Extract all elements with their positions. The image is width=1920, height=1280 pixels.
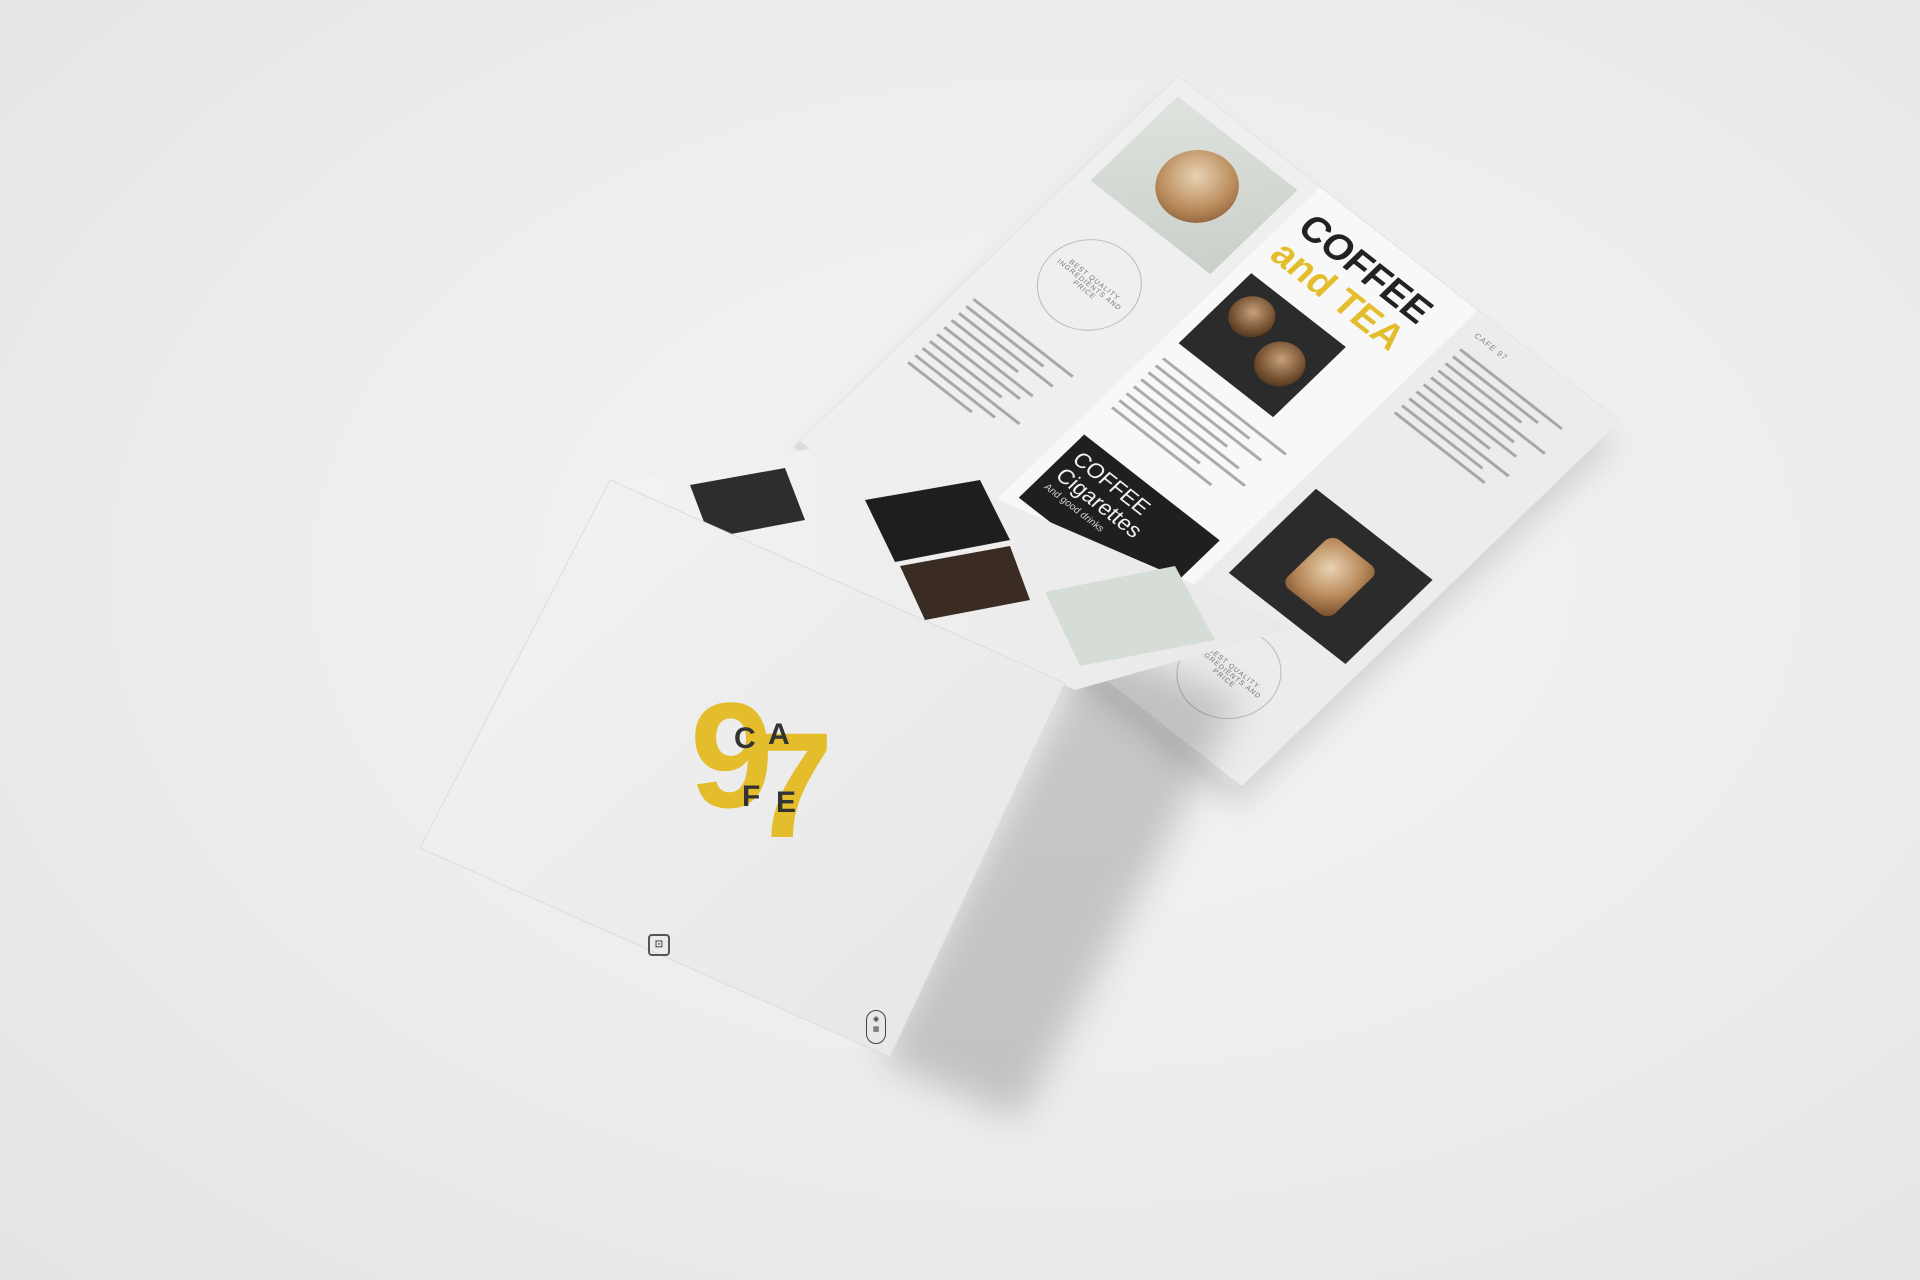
logo-letter-f: F — [742, 780, 761, 813]
cafe-logo-mark-icon: ⊡ — [648, 934, 670, 956]
logo-number-seven: 7 — [750, 701, 834, 869]
menu-cover: 9 7 C A F E ⊡ ◉ ▦ — [0, 0, 1920, 1280]
qr-badge-icon: ◉ ▦ — [866, 1010, 886, 1044]
logo-letter-c: C — [734, 722, 756, 755]
cover-shapes — [419, 440, 1295, 1120]
logo-letter-a: A — [768, 718, 790, 751]
logo-letter-e: E — [776, 786, 797, 819]
mockup-scene: BEST QUALITY INGREDIENTS AND PRICE COFFE… — [0, 0, 1920, 1280]
cafe-97-logo: 9 7 C A F E — [690, 680, 870, 860]
